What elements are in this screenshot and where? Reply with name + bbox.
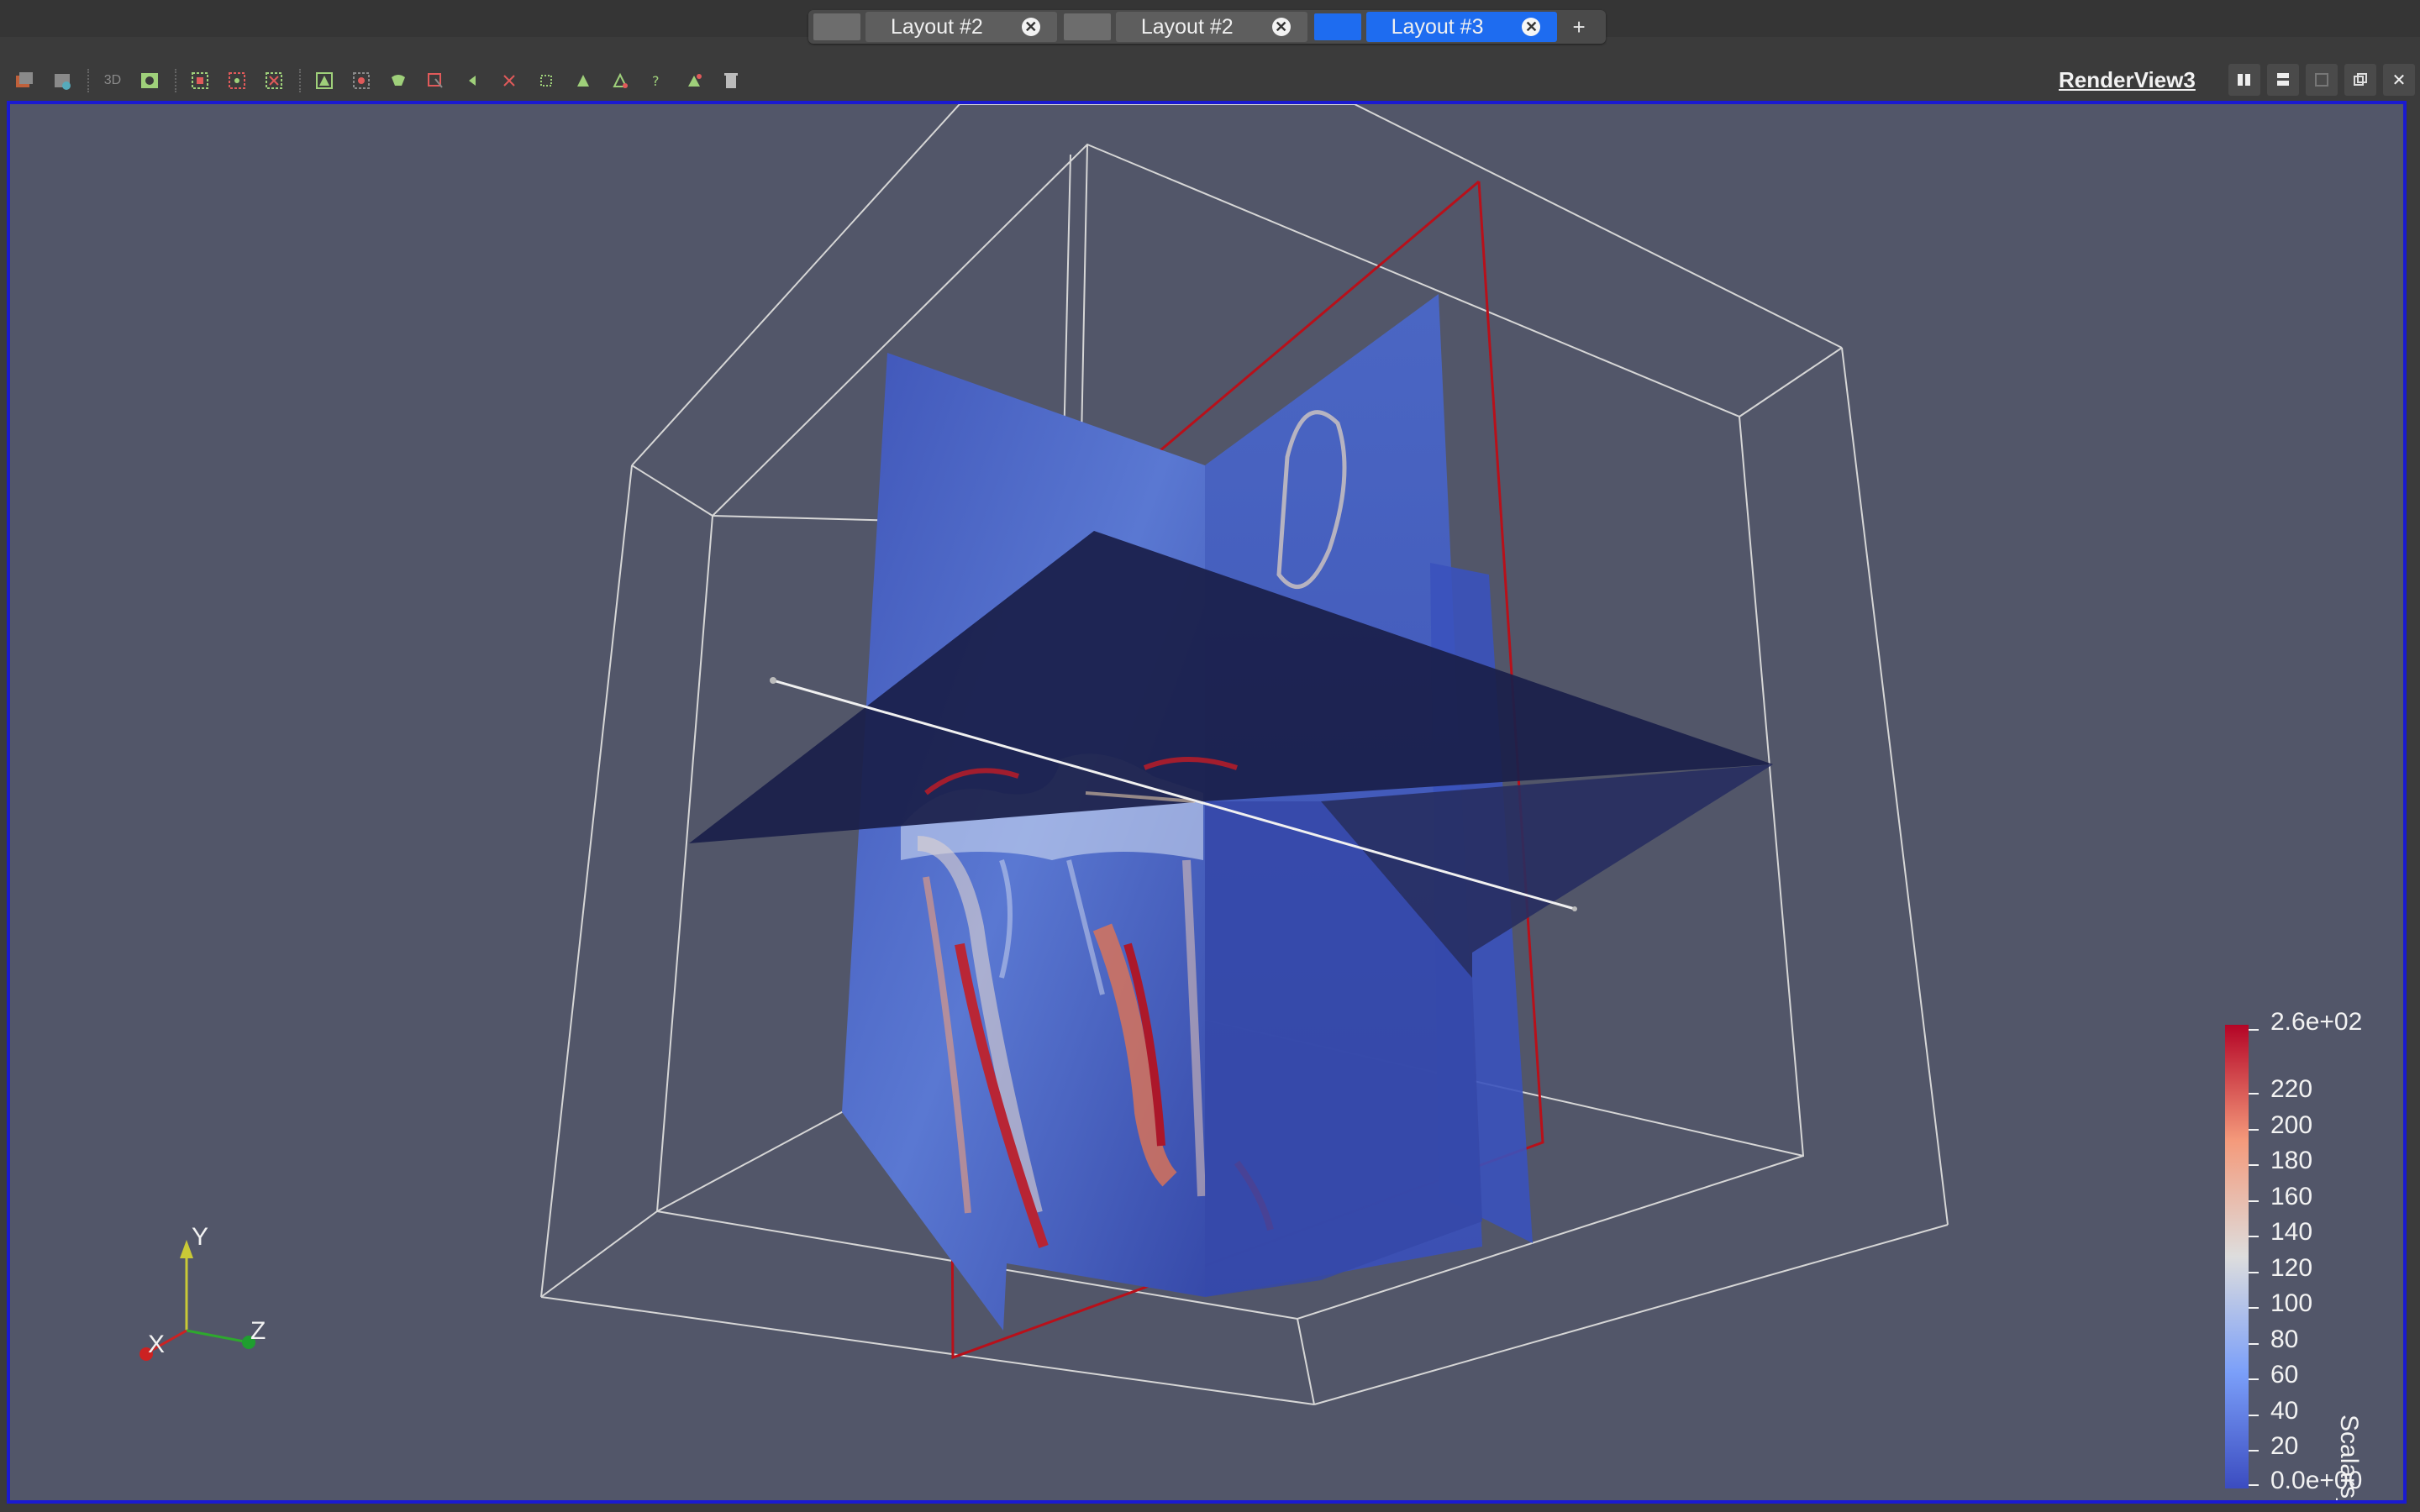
axis-label-z: Z xyxy=(250,1317,266,1345)
add-tab-button[interactable]: + xyxy=(1564,14,1600,40)
color-legend-bar xyxy=(2225,1025,2249,1488)
select-cells-icon[interactable] xyxy=(187,68,213,93)
restore-icon[interactable] xyxy=(2344,64,2376,96)
close-tab-icon[interactable]: ✕ xyxy=(1021,18,1040,36)
hover-select-icon[interactable] xyxy=(422,68,449,93)
layout-tab-bar: Layout #2 ✕ Layout #2 ✕ Layout #3 ✕ + xyxy=(0,0,2420,44)
plot-selection-icon[interactable] xyxy=(570,68,597,93)
grow-selection-icon[interactable] xyxy=(459,68,486,93)
camera-capture-icon[interactable] xyxy=(12,68,39,93)
tab-label: Layout #2 xyxy=(1140,14,1234,39)
clear-selection-icon[interactable] xyxy=(718,68,744,93)
tab-layout-2a[interactable]: Layout #2 ✕ xyxy=(813,10,1057,44)
select-points-icon[interactable] xyxy=(224,68,250,93)
tab-layout-2b[interactable]: Layout #2 ✕ xyxy=(1063,10,1307,44)
color-legend-tick: 160 xyxy=(2270,1183,2313,1210)
view-toolbar-buttons: 3D ? xyxy=(12,67,755,94)
render-scene xyxy=(139,104,2259,1488)
tab-label: Layout #3 xyxy=(1391,14,1484,39)
shrink-selection-icon[interactable] xyxy=(496,68,523,93)
view-name-label[interactable]: RenderView3 xyxy=(2059,67,2196,93)
maximize-icon[interactable] xyxy=(2306,64,2338,96)
color-legend-title: Scalars_ xyxy=(2335,1415,2363,1504)
tab-layout-3[interactable]: Layout #3 ✕ xyxy=(1313,10,1558,44)
tab-body[interactable]: Layout #3 ✕ xyxy=(1365,12,1558,42)
select-frustum-icon[interactable] xyxy=(311,68,338,93)
color-legend-tick: 200 xyxy=(2270,1111,2313,1139)
tab-label: Layout #2 xyxy=(891,14,983,39)
view-frame-buttons: ✕ xyxy=(2222,64,2415,96)
toggle-3d-button[interactable]: 3D xyxy=(99,68,126,93)
color-legend-tick: 40 xyxy=(2270,1397,2299,1425)
interactive-select-icon[interactable] xyxy=(385,68,412,93)
color-legend-tick: 100 xyxy=(2270,1289,2313,1317)
tab-color-swatch xyxy=(1313,13,1361,40)
select-block-icon[interactable] xyxy=(260,68,287,93)
close-view-icon[interactable]: ✕ xyxy=(2383,64,2415,96)
query-selection-icon[interactable]: ? xyxy=(644,68,671,93)
toolbar-separator xyxy=(87,69,91,92)
screenshot-icon[interactable] xyxy=(136,68,163,93)
view-toolbar: 3D ? xyxy=(0,60,2420,101)
color-legend-tick: 140 xyxy=(2270,1218,2313,1246)
extract-selection-icon[interactable] xyxy=(533,68,560,93)
render-view[interactable]: 2.6e+02 220 200 180 160 140 120 100 80 6… xyxy=(7,101,2407,1504)
edit-selection-icon[interactable] xyxy=(607,68,634,93)
tab-color-swatch xyxy=(1063,13,1111,40)
color-legend-tick: 80 xyxy=(2270,1326,2299,1353)
split-vertical-icon[interactable] xyxy=(2267,64,2299,96)
layout-tabstrip: Layout #2 ✕ Layout #2 ✕ Layout #3 ✕ + xyxy=(808,10,1606,44)
color-legend xyxy=(2225,1025,2259,1488)
camera-reset-icon[interactable] xyxy=(49,68,76,93)
toolbar-separator xyxy=(299,69,302,92)
close-tab-icon[interactable]: ✕ xyxy=(1522,18,1541,36)
linked-selection-icon[interactable] xyxy=(681,68,708,93)
color-legend-tick: 20 xyxy=(2270,1432,2299,1460)
color-legend-max: 2.6e+02 xyxy=(2270,1008,2363,1036)
color-legend-tick: 120 xyxy=(2270,1254,2313,1282)
close-tab-icon[interactable]: ✕ xyxy=(1271,18,1291,36)
tab-color-swatch xyxy=(813,13,860,40)
svg-text:?: ? xyxy=(652,73,660,89)
tab-body[interactable]: Layout #2 ✕ xyxy=(1115,12,1307,42)
select-polygon-icon[interactable] xyxy=(348,68,375,93)
color-legend-tick: 220 xyxy=(2270,1075,2313,1103)
color-legend-tick: 60 xyxy=(2270,1361,2299,1389)
toolbar-separator xyxy=(175,69,178,92)
tab-body[interactable]: Layout #2 ✕ xyxy=(865,12,1057,42)
axis-label-x: X xyxy=(148,1331,166,1358)
axis-label-y: Y xyxy=(192,1223,209,1251)
color-legend-tick: 180 xyxy=(2270,1147,2313,1174)
split-horizontal-icon[interactable] xyxy=(2228,64,2260,96)
